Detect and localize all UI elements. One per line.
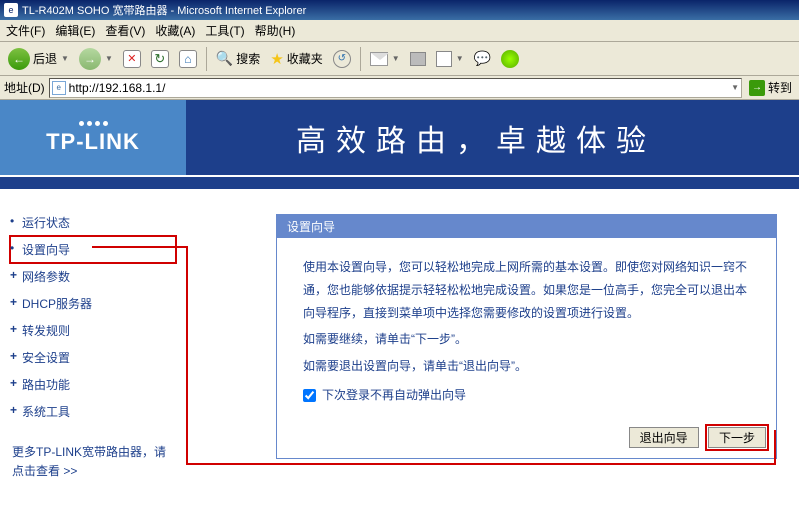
no-popup-checkbox[interactable] <box>303 389 316 402</box>
checkbox-label: 下次登录不再自动弹出向导 <box>322 384 466 407</box>
nav-routing[interactable]: 路由功能 <box>10 371 176 398</box>
menu-tools[interactable]: 工具(T) <box>205 22 244 39</box>
nav-status[interactable]: 运行状态 <box>10 209 176 236</box>
discuss-button[interactable]: 💬 <box>470 48 495 69</box>
page-icon: e <box>52 81 66 95</box>
menu-edit[interactable]: 编辑(E) <box>55 22 95 39</box>
logo-area: TP-LINK <box>0 100 186 175</box>
wizard-text-2: 如需要继续，请单击“下一步”。 <box>303 328 750 351</box>
address-label: 地址(D) <box>4 79 45 96</box>
wizard-text-3: 如需要退出设置向导，请单击“退出向导”。 <box>303 355 750 378</box>
nav-wizard[interactable]: 设置向导 <box>10 236 176 263</box>
back-icon: ← <box>8 48 30 70</box>
chevron-down-icon: ▼ <box>105 54 113 63</box>
nav-network[interactable]: 网络参数 <box>10 263 176 290</box>
button-row: 退出向导 下一步 <box>277 421 776 458</box>
page-header: TP-LINK 高效路由，卓越体验 <box>0 100 799 175</box>
messenger-icon <box>501 50 519 68</box>
search-label: 搜索 <box>236 50 260 67</box>
mail-button[interactable]: ▼ <box>366 50 404 68</box>
refresh-button[interactable]: ↻ <box>147 48 173 70</box>
go-button[interactable]: → 转到 <box>746 79 795 96</box>
exit-wizard-button[interactable]: 退出向导 <box>629 427 699 448</box>
search-button[interactable]: 🔍 搜索 <box>212 48 264 69</box>
back-label: 后退 <box>33 50 57 67</box>
stop-icon: ✕ <box>123 50 141 68</box>
forward-button[interactable]: → ▼ <box>75 46 117 72</box>
stop-button[interactable]: ✕ <box>119 48 145 70</box>
window-titlebar: e TL-R402M SOHO 宽带路由器 - Microsoft Intern… <box>0 0 799 20</box>
divider-bar <box>0 175 799 189</box>
favorites-label: 收藏夹 <box>287 50 323 67</box>
discuss-icon: 💬 <box>474 50 491 67</box>
chevron-down-icon: ▼ <box>61 54 69 63</box>
edit-icon <box>436 51 452 67</box>
panel-body: 使用本设置向导，您可以轻松地完成上网所需的基本设置。即使您对网络知识一窍不通，您… <box>277 238 776 421</box>
address-bar: 地址(D) e ▼ → 转到 <box>0 76 799 100</box>
forward-icon: → <box>79 48 101 70</box>
menu-file[interactable]: 文件(F) <box>6 22 45 39</box>
next-button[interactable]: 下一步 <box>708 427 766 448</box>
wizard-panel: 设置向导 使用本设置向导，您可以轻松地完成上网所需的基本设置。即使您对网络知识一… <box>276 214 777 459</box>
separator <box>360 47 361 71</box>
nav-system[interactable]: 系统工具 <box>10 398 176 425</box>
menu-view[interactable]: 查看(V) <box>105 22 145 39</box>
printer-icon <box>410 52 426 66</box>
url-input[interactable] <box>69 81 730 95</box>
go-label: 转到 <box>768 79 792 96</box>
edit-button[interactable]: ▼ <box>432 49 468 69</box>
chevron-down-icon: ▼ <box>456 54 464 63</box>
home-icon: ⌂ <box>179 50 197 68</box>
menu-favorites[interactable]: 收藏(A) <box>155 22 195 39</box>
chevron-down-icon: ▼ <box>392 54 400 63</box>
menu-help[interactable]: 帮助(H) <box>255 22 296 39</box>
home-button[interactable]: ⌂ <box>175 48 201 70</box>
checkbox-row: 下次登录不再自动弹出向导 <box>303 384 750 407</box>
toolbar: ← 后退 ▼ → ▼ ✕ ↻ ⌂ 🔍 搜索 ★ 收藏夹 ↺ ▼ ▼ 💬 <box>0 42 799 76</box>
content-area: 运行状态 设置向导 网络参数 DHCP服务器 转发规则 安全设置 路由功能 系统… <box>0 189 799 501</box>
print-button[interactable] <box>406 50 430 68</box>
chevron-down-icon[interactable]: ▼ <box>731 83 739 92</box>
brand-text: TP-LINK <box>46 129 140 155</box>
sidebar: 运行状态 设置向导 网络参数 DHCP服务器 转发规则 安全设置 路由功能 系统… <box>0 189 186 501</box>
ie-icon: e <box>4 3 18 17</box>
menubar: 文件(F) 编辑(E) 查看(V) 收藏(A) 工具(T) 帮助(H) <box>0 20 799 42</box>
wizard-text-1: 使用本设置向导，您可以轻松地完成上网所需的基本设置。即使您对网络知识一窍不通，您… <box>303 256 750 324</box>
nav-forward[interactable]: 转发规则 <box>10 317 176 344</box>
nav-security[interactable]: 安全设置 <box>10 344 176 371</box>
history-button[interactable]: ↺ <box>329 48 355 70</box>
search-icon: 🔍 <box>216 50 233 67</box>
star-icon: ★ <box>270 50 283 68</box>
refresh-icon: ↻ <box>151 50 169 68</box>
page-content: TP-LINK 高效路由，卓越体验 运行状态 设置向导 网络参数 DHCP服务器… <box>0 100 799 501</box>
slogan-banner: 高效路由，卓越体验 <box>186 100 799 175</box>
separator <box>206 47 207 71</box>
history-icon: ↺ <box>333 50 351 68</box>
address-input-wrap[interactable]: e ▼ <box>49 78 742 98</box>
nav-list: 运行状态 设置向导 网络参数 DHCP服务器 转发规则 安全设置 路由功能 系统… <box>10 209 176 425</box>
logo-dots <box>79 121 108 126</box>
window-title: TL-R402M SOHO 宽带路由器 - Microsoft Internet… <box>22 2 306 18</box>
mail-icon <box>370 52 388 66</box>
panel-title: 设置向导 <box>277 215 776 238</box>
go-icon: → <box>749 80 765 96</box>
more-link[interactable]: 更多TP-LINK宽带路由器，请点击查看 >> <box>10 443 176 481</box>
favorites-button[interactable]: ★ 收藏夹 <box>266 48 326 70</box>
back-button[interactable]: ← 后退 ▼ <box>4 46 73 72</box>
messenger-button[interactable] <box>497 48 523 70</box>
nav-dhcp[interactable]: DHCP服务器 <box>10 290 176 317</box>
main-panel-area: 设置向导 使用本设置向导，您可以轻松地完成上网所需的基本设置。即使您对网络知识一… <box>186 189 799 501</box>
